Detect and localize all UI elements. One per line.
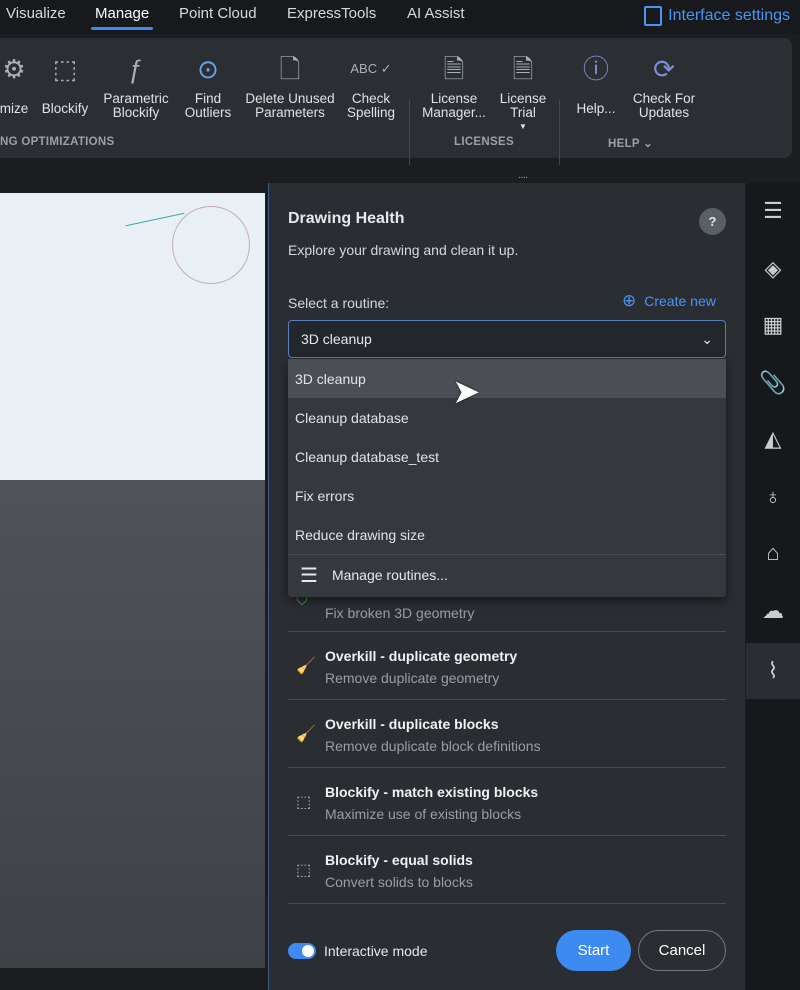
find-outliers-icon: ⊙ [197, 54, 219, 84]
help-icon: ⓘ [582, 54, 609, 84]
start-button[interactable]: Start [556, 930, 631, 971]
broom-icon: 🧹 [296, 658, 316, 675]
tab-ai-assist[interactable]: AI Assist [407, 5, 465, 22]
license-trial-icon: 🗎 [512, 54, 534, 84]
divider [559, 100, 560, 165]
blockify-button[interactable]: ⬚ Blockify [36, 46, 94, 116]
divider [409, 100, 410, 165]
routine-dropdown-list: 3D cleanup Cleanup database Cleanup data… [288, 359, 726, 597]
tab-visualize[interactable]: Visualize [6, 5, 66, 22]
paint-brush-icon[interactable]: ⌂ [746, 525, 800, 581]
blockify-icon: ⬚ [296, 794, 312, 811]
help-button[interactable]: ⓘ Help... [568, 46, 624, 116]
blockify-icon: ⬚ [52, 54, 78, 84]
delete-unused-icon: 🗋 [279, 54, 301, 84]
tab-point-cloud[interactable]: Point Cloud [179, 5, 257, 22]
blockify-icon: ⬚ [296, 862, 312, 879]
list-item[interactable]: 🧹 Overkill - duplicate geometry Remove dup… [288, 632, 726, 700]
resize-handle[interactable]: ···· [518, 172, 528, 183]
list-item[interactable]: 🧹 Overkill - duplicate blocks Remove dupli… [288, 700, 726, 768]
drawing-health-icon[interactable]: ⌇ [746, 643, 800, 699]
interactive-mode-label: Interactive mode [324, 943, 428, 959]
optimize-button[interactable]: ⚙ mize [0, 46, 34, 116]
properties-icon[interactable]: ☰ [746, 183, 800, 239]
parametric-blockify-icon: ƒ [128, 54, 144, 84]
list-item[interactable]: ⬚ Blockify - match existing blocks Maximiz… [288, 768, 726, 836]
list-icon: ☰ [300, 564, 318, 587]
ucs-axis [125, 212, 185, 227]
materials-icon[interactable]: ◭ [746, 411, 800, 467]
viewport-sky [0, 193, 265, 480]
broom-icon: 🧹 [296, 726, 316, 743]
chevron-down-icon: ⌄ [701, 330, 713, 347]
interface-settings-button[interactable]: Interface settings [644, 6, 790, 26]
right-sidebar: ☰ ◈ ▦ 📎 ◭ ♁ ⌂ ☁ ⌇ [746, 183, 800, 990]
ribbon: ⚙ mize ⬚ Blockify ƒ Parametric Blockify ⊙ Fi… [0, 38, 792, 165]
option-3d-cleanup[interactable]: 3D cleanup [288, 359, 726, 398]
render-balloon-icon[interactable]: ♁ [746, 469, 800, 525]
delete-unused-parameters-button[interactable]: 🗋 Delete Unused Parameters [240, 46, 340, 120]
option-fix-errors[interactable]: Fix errors [288, 476, 726, 515]
group-label-help[interactable]: HELP ⌄ [608, 136, 653, 150]
find-outliers-button[interactable]: ⊙ Find Outliers [178, 46, 238, 120]
cloud-upload-icon[interactable]: ☁ [746, 583, 800, 639]
tab-manage[interactable]: Manage [90, 5, 154, 30]
select-routine-label: Select a routine: [288, 295, 390, 311]
cancel-button[interactable]: Cancel [638, 930, 726, 971]
routine-select[interactable]: 3D cleanup ⌄ [288, 320, 726, 358]
license-trial-button[interactable]: 🗎 License Trial ▼ [494, 46, 552, 134]
interactive-mode-toggle[interactable] [288, 943, 316, 959]
panel-subtitle: Explore your drawing and clean it up. [288, 242, 519, 258]
option-cleanup-database-test[interactable]: Cleanup database_test [288, 437, 726, 476]
license-manager-button[interactable]: 🗎 License Manager... [416, 46, 492, 120]
manage-routines-button[interactable]: ☰ Manage routines... [288, 554, 726, 595]
viewcube-compass[interactable] [172, 206, 250, 284]
check-updates-icon: ⟳ [653, 54, 675, 84]
check-for-updates-button[interactable]: ⟳ Check For Updates [628, 46, 700, 120]
check-spelling-button[interactable]: ABC ✓ Check Spelling [342, 46, 400, 120]
panel-title: Drawing Health [288, 210, 405, 227]
list-item[interactable]: ⬚ Blockify - equal solids Convert solids t… [288, 836, 726, 904]
option-reduce-drawing-size[interactable]: Reduce drawing size [288, 515, 726, 554]
plus-circle-icon: ⊕ [622, 291, 637, 310]
parametric-blockify-button[interactable]: ƒ Parametric Blockify [98, 46, 174, 120]
blocks-grid-icon[interactable]: ▦ [746, 297, 800, 353]
tab-expresstools[interactable]: ExpressTools [287, 5, 376, 22]
tab-bar: Visualize Manage Point Cloud ExpressTool… [0, 0, 800, 34]
license-manager-icon: 🗎 [443, 54, 465, 84]
option-cleanup-database[interactable]: Cleanup database [288, 398, 726, 437]
check-spelling-icon: ABC ✓ [350, 61, 392, 76]
optimize-icon: ⚙ [2, 54, 26, 84]
layers-icon[interactable]: ◈ [746, 241, 800, 297]
help-icon[interactable]: ? [699, 208, 726, 235]
attachments-icon[interactable]: 📎 [746, 355, 800, 411]
chevron-down-icon: ⌄ [643, 138, 654, 150]
mouse-cursor-icon: ➤ [452, 373, 481, 411]
create-new-button[interactable]: ⊕ Create new [622, 291, 716, 310]
group-label-optimizations: NG OPTIMIZATIONS [0, 136, 115, 148]
interface-settings-icon [644, 6, 663, 26]
group-label-licenses: LICENSES [454, 136, 514, 148]
